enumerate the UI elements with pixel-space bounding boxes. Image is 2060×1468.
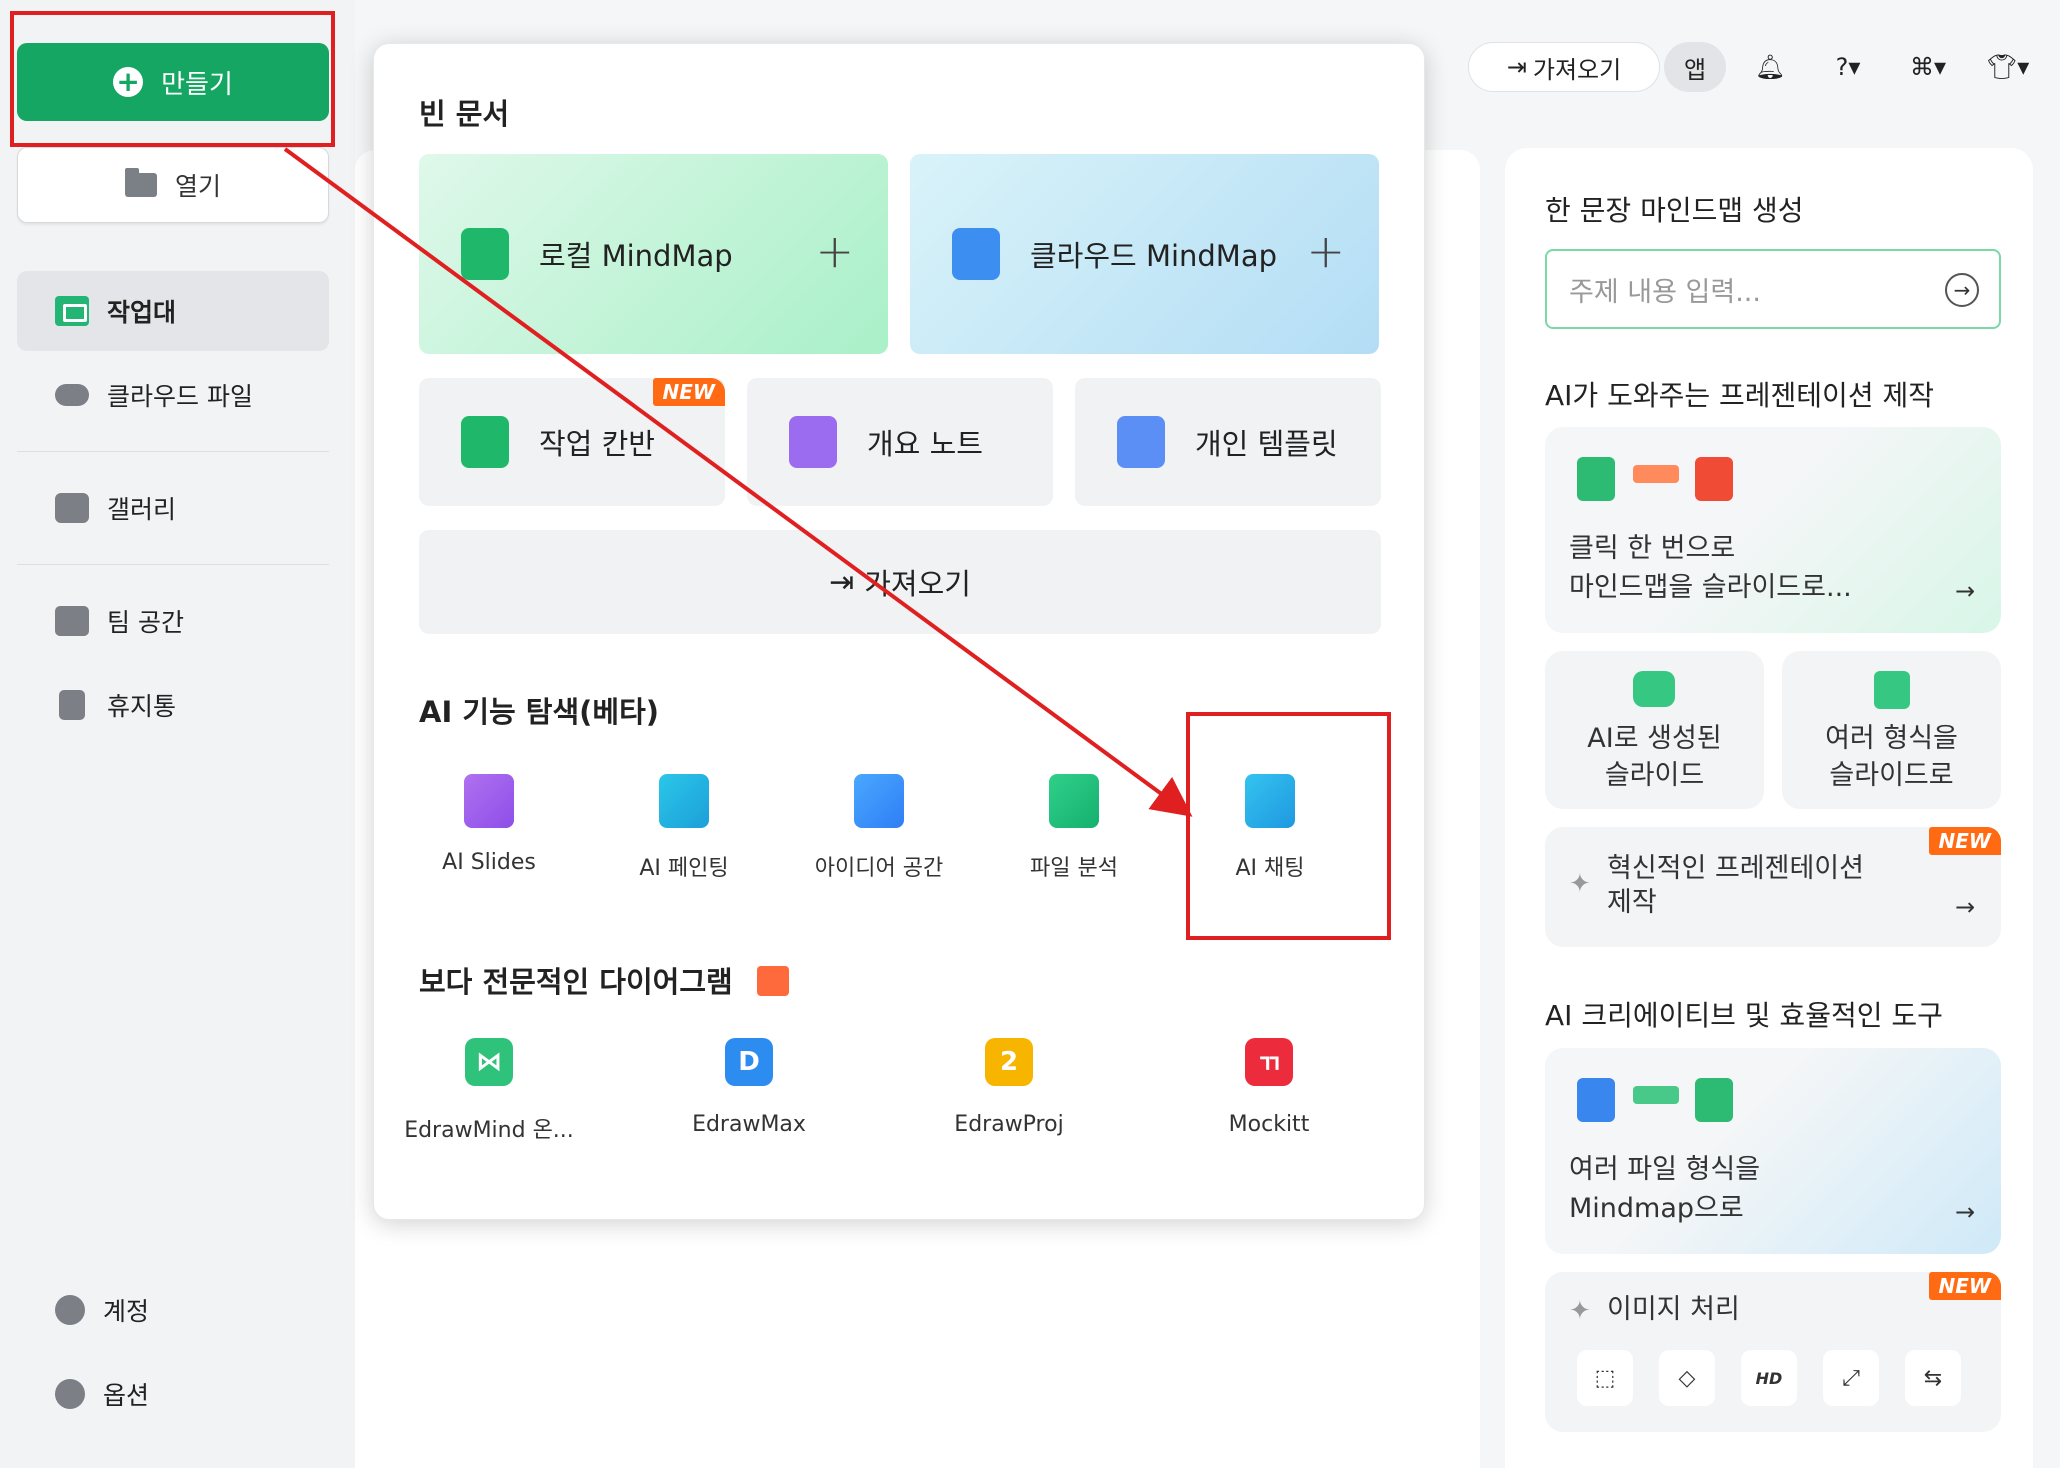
annotation-arrow — [283, 147, 1193, 817]
